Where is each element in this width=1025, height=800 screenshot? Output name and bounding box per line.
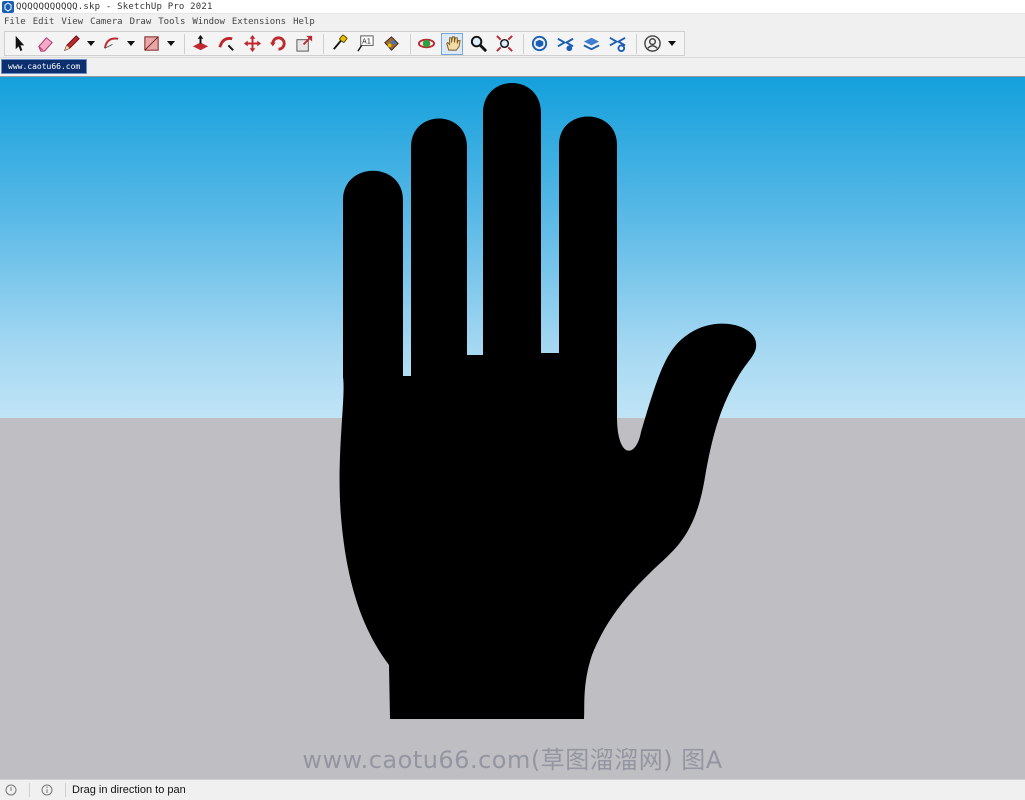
orbit-icon [417, 38, 435, 49]
move-icon [243, 34, 261, 53]
scale-tool[interactable] [293, 33, 315, 55]
getting-started-toolbar: A1 [4, 31, 685, 56]
text-icon: A1 [356, 35, 374, 52]
extension-warehouse-icon [556, 37, 574, 52]
toolbar-separator [523, 33, 524, 54]
scale-icon [295, 35, 312, 52]
pencil-icon [63, 35, 80, 52]
chevron-down-icon [127, 40, 135, 46]
rectangle-tool[interactable] [140, 33, 162, 55]
push-pull-icon [192, 34, 208, 51]
3d-warehouse-tool[interactable] [528, 33, 550, 55]
toolbar-separator [410, 33, 411, 54]
extension-warehouse-tool[interactable] [554, 33, 576, 55]
menu-help[interactable]: Help [293, 17, 315, 27]
watermark: www.caotu66.com(草图溜溜网) 图A [302, 746, 723, 774]
menu-view[interactable]: View [61, 17, 83, 27]
paint-bucket-icon [383, 36, 399, 51]
toolbar-separator [636, 33, 637, 54]
arc-icon [103, 37, 118, 49]
model-viewport[interactable]: www.caotu66.com(草图溜溜网) 图A [0, 76, 1025, 779]
window-title: QQQQQQQQQQQ.skp - SketchUp Pro 2021 [16, 1, 213, 12]
arc-dropdown[interactable] [126, 33, 136, 55]
menu-camera[interactable]: Camera [90, 17, 123, 27]
rectangle-dropdown[interactable] [166, 33, 176, 55]
arc-tool[interactable] [100, 33, 122, 55]
paint-bucket-tool[interactable] [380, 33, 402, 55]
rotate-icon [269, 36, 286, 51]
menu-window[interactable]: Window [192, 17, 225, 27]
menu-file[interactable]: File [4, 17, 26, 27]
follow-me-icon [217, 37, 234, 51]
select-tool[interactable] [8, 33, 30, 55]
eraser-tool[interactable] [34, 33, 56, 55]
pan-tool[interactable] [441, 32, 463, 55]
follow-me-tool[interactable] [215, 33, 237, 55]
arrow-cursor-icon [15, 35, 24, 52]
info-icon[interactable] [41, 784, 53, 796]
geo-location-icon[interactable] [5, 784, 17, 796]
account-dropdown[interactable] [667, 33, 677, 55]
layout-icon [582, 37, 600, 51]
push-pull-tool[interactable] [189, 33, 211, 55]
status-separator [65, 783, 66, 797]
layout-send-tool[interactable] [580, 33, 602, 55]
pan-hand-icon [445, 36, 461, 51]
toolbar-separator [184, 33, 185, 54]
pencil-dropdown[interactable] [86, 33, 96, 55]
sketchup-app-icon [2, 0, 14, 13]
menu-tools[interactable]: Tools [158, 17, 185, 27]
scene-tab-bar: www.caotu66.com [0, 58, 1025, 75]
user-account-icon [643, 35, 661, 52]
tape-measure-icon [332, 34, 347, 50]
scene-tab[interactable]: www.caotu66.com [1, 59, 88, 74]
extension-manager-icon [608, 36, 626, 53]
menu-extensions[interactable]: Extensions [232, 17, 286, 27]
chevron-down-icon [167, 40, 175, 46]
toolbar: A1 [0, 29, 1025, 58]
title-bar: QQQQQQQQQQQ.skp - SketchUp Pro 2021 [0, 0, 1025, 14]
zoom-extents-tool[interactable] [493, 33, 515, 55]
pencil-tool[interactable] [60, 33, 82, 55]
little-finger [339, 83, 757, 719]
extension-manager-tool[interactable] [606, 33, 628, 55]
rectangle-icon [143, 36, 159, 51]
text-tool[interactable]: A1 [354, 33, 376, 55]
svg-text:A1: A1 [362, 38, 371, 46]
tape-measure-tool[interactable] [328, 33, 350, 55]
rotate-tool[interactable] [267, 33, 289, 55]
zoom-tool[interactable] [467, 33, 489, 55]
warehouse-icon [531, 35, 547, 52]
chevron-down-icon [668, 40, 676, 46]
move-tool[interactable] [241, 33, 263, 55]
menu-edit[interactable]: Edit [33, 17, 55, 27]
account-tool[interactable] [641, 33, 663, 55]
orbit-tool[interactable] [415, 33, 437, 55]
hand-silhouette[interactable] [0, 77, 1025, 779]
zoom-extents-icon [495, 35, 513, 52]
status-bar: Drag in direction to pan [0, 779, 1025, 800]
menu-draw[interactable]: Draw [130, 17, 152, 27]
toolbar-separator [323, 33, 324, 54]
status-text: Drag in direction to pan [72, 784, 186, 796]
zoom-icon [470, 35, 487, 53]
status-separator [29, 783, 30, 797]
eraser-icon [37, 37, 53, 52]
chevron-down-icon [87, 40, 95, 46]
menu-bar: File Edit View Camera Draw Tools Window … [0, 14, 1025, 29]
